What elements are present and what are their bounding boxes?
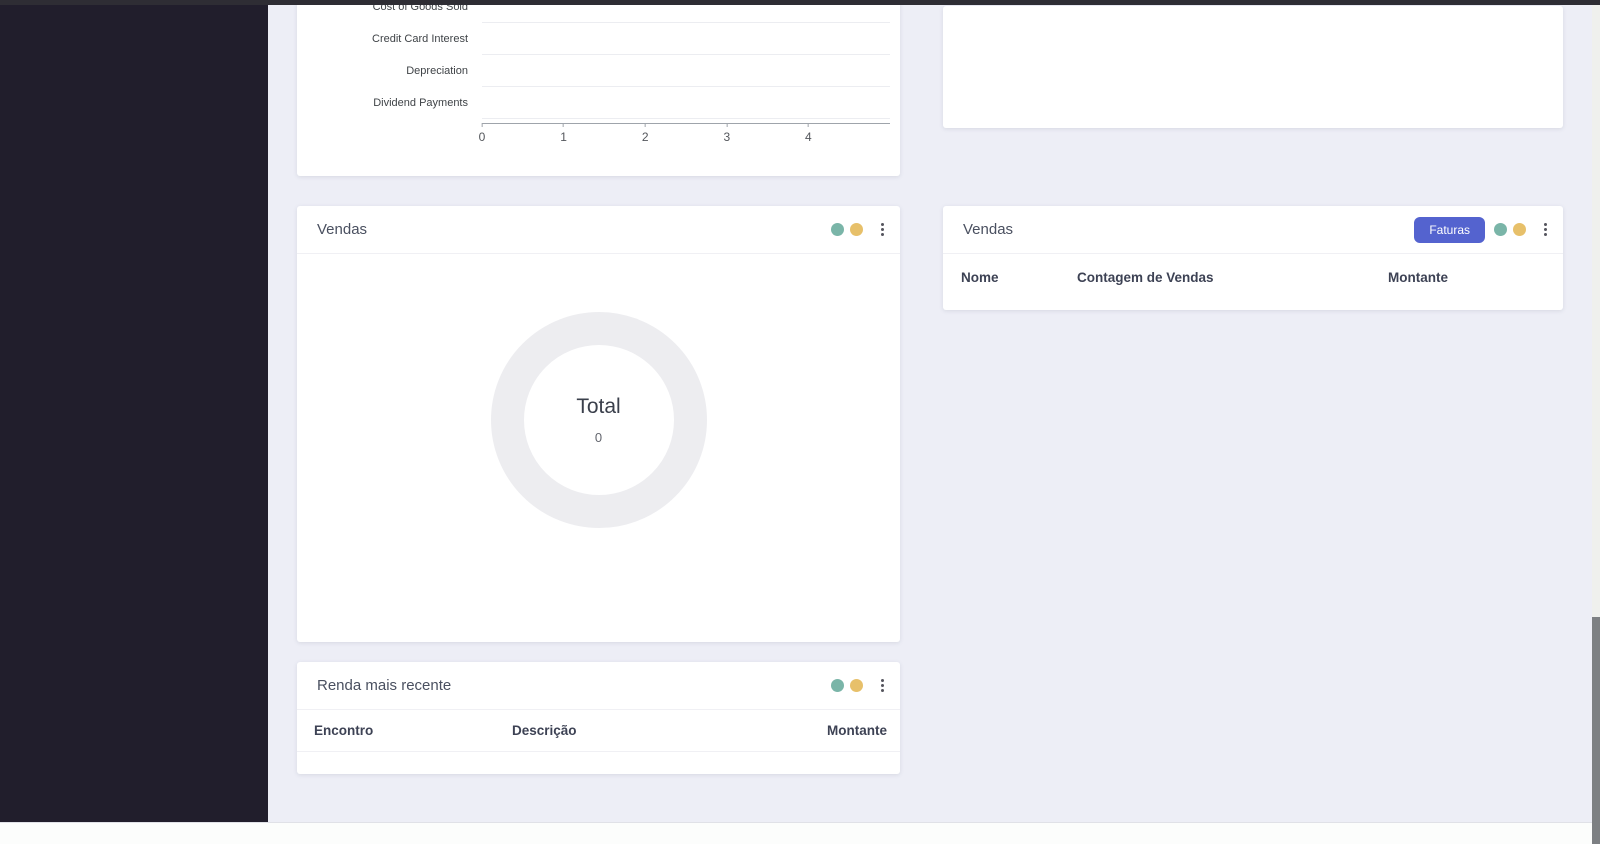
card-header: Renda mais recente: [297, 662, 900, 710]
card-header: Vendas Faturas: [943, 206, 1563, 254]
recent-income-card: Renda mais recente Encontro Descrição Mo…: [297, 662, 900, 774]
tick-label: 4: [805, 130, 812, 144]
sales-donut-card: Vendas Total 0: [297, 206, 900, 642]
widget-menu-icon[interactable]: [879, 221, 886, 238]
tick-label: 3: [723, 130, 731, 144]
card-header-actions: Faturas: [1414, 216, 1549, 243]
bar-track: [482, 87, 890, 119]
column-header-name: Nome: [961, 270, 999, 285]
yellow-legend-dot-icon: [850, 679, 863, 692]
x-axis-row: 0 1 2 3 4: [317, 123, 890, 147]
tick-mark: [481, 123, 483, 127]
donut-center-text: Total 0: [491, 312, 707, 528]
invoices-button[interactable]: Faturas: [1414, 216, 1485, 243]
card-title: Renda mais recente: [317, 677, 452, 694]
x-axis: 0 1 2 3 4: [478, 123, 890, 147]
widget-menu-icon[interactable]: [1542, 221, 1549, 238]
scrollbar-thumb[interactable]: [1592, 617, 1600, 844]
teal-legend-dot-icon: [1494, 223, 1507, 236]
donut-total-value: 0: [594, 430, 603, 445]
tick-label: 1: [560, 130, 567, 144]
sales-table-card: Vendas Faturas Nome Contagem de Vendas M…: [943, 206, 1563, 310]
table-header-row: Nome Contagem de Vendas Montante: [943, 254, 1563, 302]
column-header-date: Encontro: [314, 723, 374, 738]
chart-row: Dividend Payments: [317, 87, 890, 119]
tick-label: 0: [478, 130, 486, 144]
yellow-legend-dot-icon: [850, 223, 863, 236]
teal-legend-dot-icon: [831, 679, 844, 692]
card-header-actions: [831, 221, 886, 238]
teal-legend-dot-icon: [831, 223, 844, 236]
tick-mark: [644, 123, 646, 127]
tick-mark: [726, 123, 728, 127]
x-axis-tick: 0: [478, 123, 486, 144]
column-header-description: Descrição: [512, 723, 577, 738]
x-axis-tick: 3: [723, 123, 730, 144]
dashboard-page: Cost of Goods Sold Credit Card Interest …: [0, 0, 1600, 844]
tick-label: 2: [641, 130, 649, 144]
category-label: Credit Card Interest: [372, 33, 468, 45]
sidebar: [0, 0, 268, 822]
horizontal-bar-chart: Cost of Goods Sold Credit Card Interest …: [317, 0, 890, 147]
widget-menu-icon[interactable]: [879, 677, 886, 694]
x-axis-tick: 4: [805, 123, 812, 144]
expenses-chart-card: Cost of Goods Sold Credit Card Interest …: [297, 0, 900, 176]
donut-chart: Total 0: [490, 312, 707, 528]
window-top-edge: [0, 0, 1600, 5]
column-header-amount: Montante: [827, 723, 887, 738]
yellow-legend-dot-icon: [1513, 223, 1526, 236]
category-label: Depreciation: [406, 65, 468, 77]
chart-row: Credit Card Interest: [317, 23, 890, 55]
column-header-sales-count: Contagem de Vendas: [1077, 270, 1214, 285]
x-axis-tick: 2: [642, 123, 649, 144]
column-header-amount: Montante: [1388, 270, 1448, 285]
page-bottom-gap: [0, 822, 1600, 844]
x-axis-tick: 1: [560, 123, 567, 144]
chart-row: Depreciation: [317, 55, 890, 87]
empty-widget-card: [943, 6, 1563, 128]
card-header: Vendas: [297, 206, 900, 254]
card-title: Vendas: [963, 221, 1014, 238]
table-header-row: Encontro Descrição Montante: [297, 710, 900, 752]
card-header-actions: [831, 677, 886, 694]
tick-mark: [563, 123, 565, 127]
category-label: Dividend Payments: [373, 97, 468, 109]
donut-total-label: Total: [576, 395, 621, 418]
bar-track: [482, 55, 890, 87]
card-title: Vendas: [317, 221, 368, 238]
tick-mark: [807, 123, 809, 127]
bar-track: [482, 23, 890, 55]
